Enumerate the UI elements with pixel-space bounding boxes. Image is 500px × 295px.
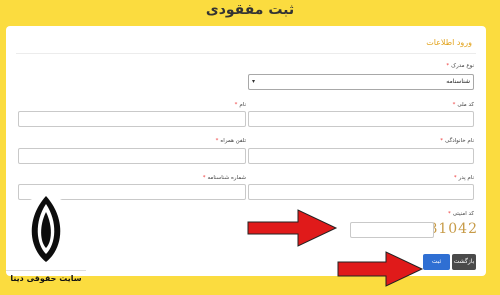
required-mark: * bbox=[446, 63, 450, 69]
father-name-input[interactable] bbox=[248, 184, 474, 200]
security-code-input[interactable] bbox=[350, 222, 434, 238]
national-code-label-text: کد ملی bbox=[457, 102, 474, 108]
national-code-label: کد ملی* bbox=[453, 102, 474, 108]
required-mark: * bbox=[234, 102, 238, 108]
last-name-label-text: نام خانوادگی bbox=[445, 138, 474, 144]
required-mark: * bbox=[202, 175, 206, 181]
father-name-label: نام پدر* bbox=[454, 175, 474, 181]
doc-type-select[interactable]: شناسنامه ▾ bbox=[248, 74, 474, 90]
national-code-input[interactable] bbox=[248, 111, 474, 127]
required-mark: * bbox=[452, 102, 456, 108]
required-mark: * bbox=[440, 138, 443, 144]
doc-type-label-text: نوع مدرک bbox=[451, 63, 474, 69]
father-name-label-text: نام پدر bbox=[458, 175, 474, 181]
id-number-label-text: شماره شناسنامه bbox=[207, 175, 246, 181]
arrow-pointer-buttons bbox=[337, 251, 424, 287]
mobile-input[interactable] bbox=[18, 148, 246, 164]
required-mark: * bbox=[453, 175, 457, 181]
last-name-input[interactable] bbox=[248, 148, 474, 164]
chevron-down-icon: ▾ bbox=[252, 78, 256, 85]
first-name-label-text: نام bbox=[239, 102, 246, 108]
logo-divider bbox=[6, 270, 86, 271]
mobile-label-text: تلفن همراه bbox=[220, 138, 246, 144]
required-mark: * bbox=[215, 138, 219, 144]
section-title: ورود اطلاعات bbox=[426, 38, 472, 47]
arrow-pointer-captcha bbox=[247, 209, 338, 247]
first-name-input[interactable] bbox=[18, 111, 246, 127]
mobile-label: تلفن همراه* bbox=[216, 138, 246, 144]
captcha-image: 81042 bbox=[428, 221, 478, 237]
id-number-label: شماره شناسنامه* bbox=[203, 175, 246, 181]
back-button[interactable]: بازگشت bbox=[452, 254, 476, 270]
first-name-label: نام* bbox=[235, 102, 246, 108]
page-title: ثبت مفقودی bbox=[205, 2, 295, 18]
submit-button[interactable]: ثبت bbox=[423, 254, 450, 270]
doc-type-label: نوع مدرک* bbox=[446, 63, 474, 69]
required-mark: * bbox=[447, 211, 451, 217]
site-name: سایت حقوقی دینا bbox=[10, 274, 82, 283]
security-code-label-text: کد امنیتی bbox=[452, 211, 474, 217]
last-name-label: نام خانوادگی* bbox=[440, 138, 474, 144]
section-divider bbox=[16, 53, 476, 54]
security-code-label: کد امنیتی* bbox=[448, 211, 474, 217]
doc-type-value: شناسنامه bbox=[446, 78, 470, 85]
